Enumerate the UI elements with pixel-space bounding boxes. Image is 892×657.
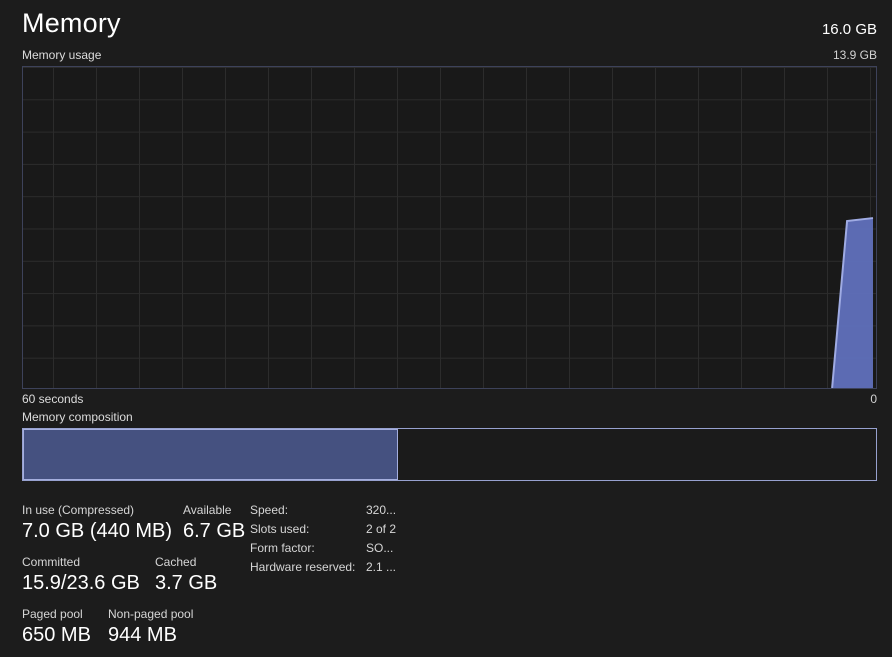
stat-label: Available: [183, 503, 232, 517]
memory-usage-chart[interactable]: [22, 66, 877, 389]
memory-usage-max-label: 13.9 GB: [832, 48, 877, 62]
stat-label: Non-paged pool: [108, 607, 194, 621]
memory-composition-bar[interactable]: [22, 428, 877, 481]
page-title: Memory: [22, 8, 121, 38]
detail-label: Hardware reserved:: [250, 560, 356, 574]
stat-value: 944 MB: [108, 624, 177, 646]
detail-value: 2 of 2: [366, 522, 397, 536]
time-axis-right-label: 0: [870, 392, 877, 406]
total-memory-value: 16.0 GB: [821, 21, 877, 38]
stat-cell-available: Available 6.7 GB: [183, 503, 245, 543]
hardware-details: Speed: 320... Slots used: 2 of 2 Form fa…: [250, 503, 396, 574]
time-axis-left-label: 60 seconds: [22, 392, 84, 406]
stat-cell-cached: Cached 3.7 GB: [155, 555, 217, 595]
memory-composition-label: Memory composition: [22, 410, 133, 424]
usage-area-fill: [832, 218, 874, 388]
detail-value: 320...: [366, 503, 397, 517]
usage-area-chart: [831, 217, 874, 388]
memory-usage-label: Memory usage: [22, 48, 102, 62]
stat-label: In use (Compressed): [22, 503, 135, 517]
stat-value: 15.9/23.6 GB: [22, 572, 140, 594]
stat-label: Committed: [22, 555, 81, 569]
stat-label: Cached: [155, 555, 197, 569]
detail-label: Slots used:: [250, 522, 310, 536]
stat-cell-committed: Committed 15.9/23.6 GB: [22, 555, 140, 595]
stat-value: 3.7 GB: [155, 572, 218, 594]
stat-cell-non-paged-pool: Non-paged pool 944 MB: [108, 607, 193, 647]
detail-label: Form factor:: [250, 541, 315, 555]
stat-label: Paged pool: [22, 607, 83, 621]
memory-performance-pane: Memory 16.0 GB Memory usage 13.9 GB 60 s…: [0, 0, 892, 657]
composition-segment-in-use: [23, 429, 399, 480]
stat-value: 650 MB: [22, 624, 91, 646]
stat-cell-paged-pool: Paged pool 650 MB: [22, 607, 91, 647]
stat-cell-in-use: In use (Compressed) 7.0 GB (440 MB): [22, 503, 172, 543]
stat-value: 6.7 GB: [183, 520, 246, 542]
detail-value: SO...: [366, 541, 394, 555]
detail-value: 2.1 ...: [366, 560, 397, 574]
stat-value: 7.0 GB (440 MB): [22, 520, 173, 542]
detail-label: Speed:: [250, 503, 289, 517]
